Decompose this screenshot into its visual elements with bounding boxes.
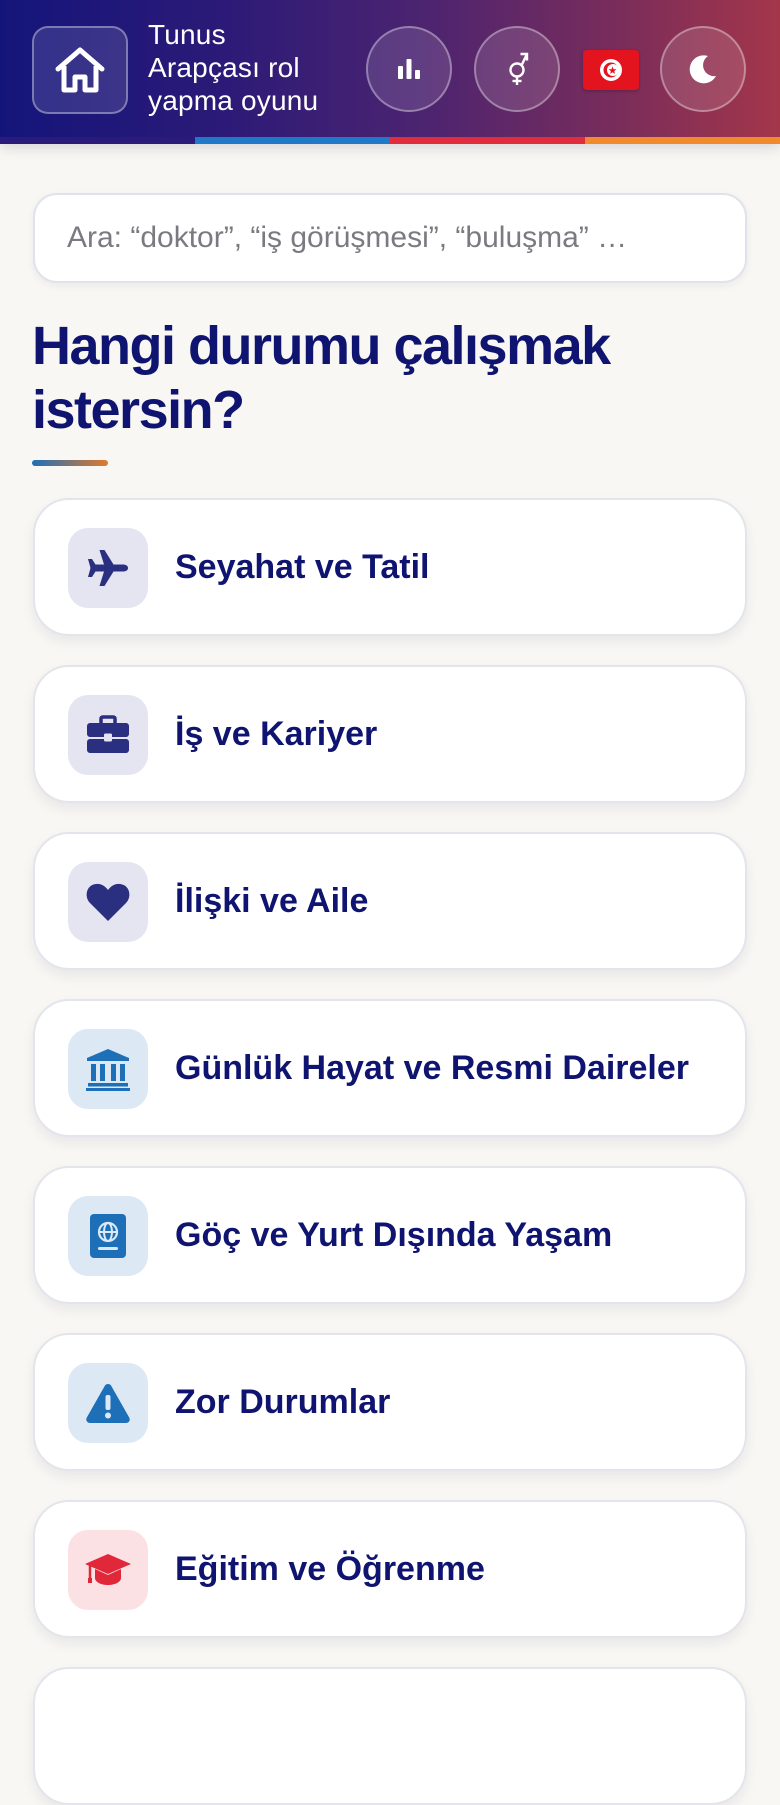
bar-chart-icon xyxy=(398,59,420,79)
category-card-work[interactable]: İş ve Kariyer xyxy=(33,665,747,803)
category-icon-tile xyxy=(68,1029,148,1109)
page-title: Hangi durumu çalışmak istersin? xyxy=(32,316,611,440)
language-flag-button[interactable] xyxy=(583,50,639,90)
app-title-line: Tunus xyxy=(148,19,226,50)
app-title-line: yapma oyunu xyxy=(148,85,319,116)
category-icon-tile xyxy=(68,1196,148,1276)
heart-icon xyxy=(86,883,130,921)
category-label: Zor Durumlar xyxy=(175,1382,391,1421)
category-card-travel[interactable]: Seyahat ve Tatil xyxy=(33,498,747,636)
category-label: İlişki ve Aile xyxy=(175,881,369,920)
warning-icon xyxy=(86,1384,130,1423)
title-underline xyxy=(32,460,108,466)
category-label: Seyahat ve Tatil xyxy=(175,547,430,586)
tunisia-flag-icon xyxy=(600,59,622,81)
bank-icon xyxy=(86,1049,130,1091)
category-card-education[interactable]: Eğitim ve Öğrenme xyxy=(33,1500,747,1638)
category-icon-tile xyxy=(68,528,148,608)
stats-button[interactable] xyxy=(366,26,452,112)
category-card-daily-life[interactable]: Günlük Hayat ve Resmi Daireler xyxy=(33,999,747,1137)
category-icon-tile xyxy=(68,1530,148,1610)
briefcase-icon xyxy=(87,715,129,753)
header-color-stripe xyxy=(0,137,780,144)
theme-toggle-button[interactable] xyxy=(660,26,746,112)
app-title: Tunus Arapçası rol yapma oyunu xyxy=(148,18,348,117)
category-card-migration[interactable]: Göç ve Yurt Dışında Yaşam xyxy=(33,1166,747,1304)
category-label: İş ve Kariyer xyxy=(175,714,378,753)
app-header: Tunus Arapçası rol yapma oyunu xyxy=(0,0,780,144)
search-input[interactable] xyxy=(35,221,745,255)
category-label: Günlük Hayat ve Resmi Daireler xyxy=(175,1048,690,1087)
passport-icon xyxy=(90,1214,126,1258)
category-icon-tile xyxy=(68,1363,148,1443)
moon-icon xyxy=(689,55,716,84)
gender-icon xyxy=(509,52,529,85)
stripe-segment xyxy=(585,137,780,144)
graduation-cap-icon xyxy=(85,1554,131,1585)
home-icon xyxy=(55,47,105,93)
stripe-segment xyxy=(195,137,390,144)
category-card-relationships[interactable]: İlişki ve Aile xyxy=(33,832,747,970)
category-label: Göç ve Yurt Dışında Yaşam xyxy=(175,1215,613,1254)
category-icon-tile xyxy=(68,695,148,775)
category-label: Eğitim ve Öğrenme xyxy=(175,1549,485,1588)
app-title-line: Arapçası rol xyxy=(148,52,300,83)
home-button[interactable] xyxy=(32,26,128,114)
search-box xyxy=(33,193,747,283)
gender-button[interactable] xyxy=(474,26,560,112)
category-card-hard-situations[interactable]: Zor Durumlar xyxy=(33,1333,747,1471)
stripe-segment xyxy=(0,137,195,144)
category-icon-tile xyxy=(68,862,148,942)
stripe-segment xyxy=(390,137,585,144)
airplane-icon xyxy=(88,550,128,586)
